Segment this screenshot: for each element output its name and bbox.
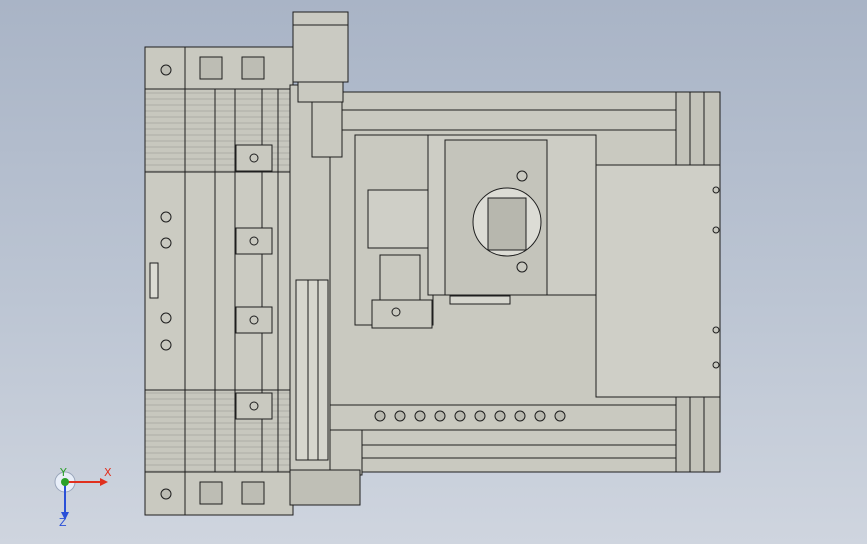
cad-assembly-model[interactable]	[0, 0, 867, 544]
slide-carriage[interactable]	[354, 134, 434, 329]
graphics-viewport[interactable]: X Y Z	[0, 0, 867, 544]
y-axis-label: Y	[60, 466, 67, 479]
x-axis-label: X	[104, 466, 112, 479]
left-profile-frame[interactable]	[144, 46, 296, 516]
z-axis-label: Z	[59, 516, 67, 529]
rotary-table-plate[interactable]	[427, 134, 597, 305]
triad-graphic	[54, 471, 108, 520]
orientation-triad: X Y Z	[40, 462, 130, 532]
